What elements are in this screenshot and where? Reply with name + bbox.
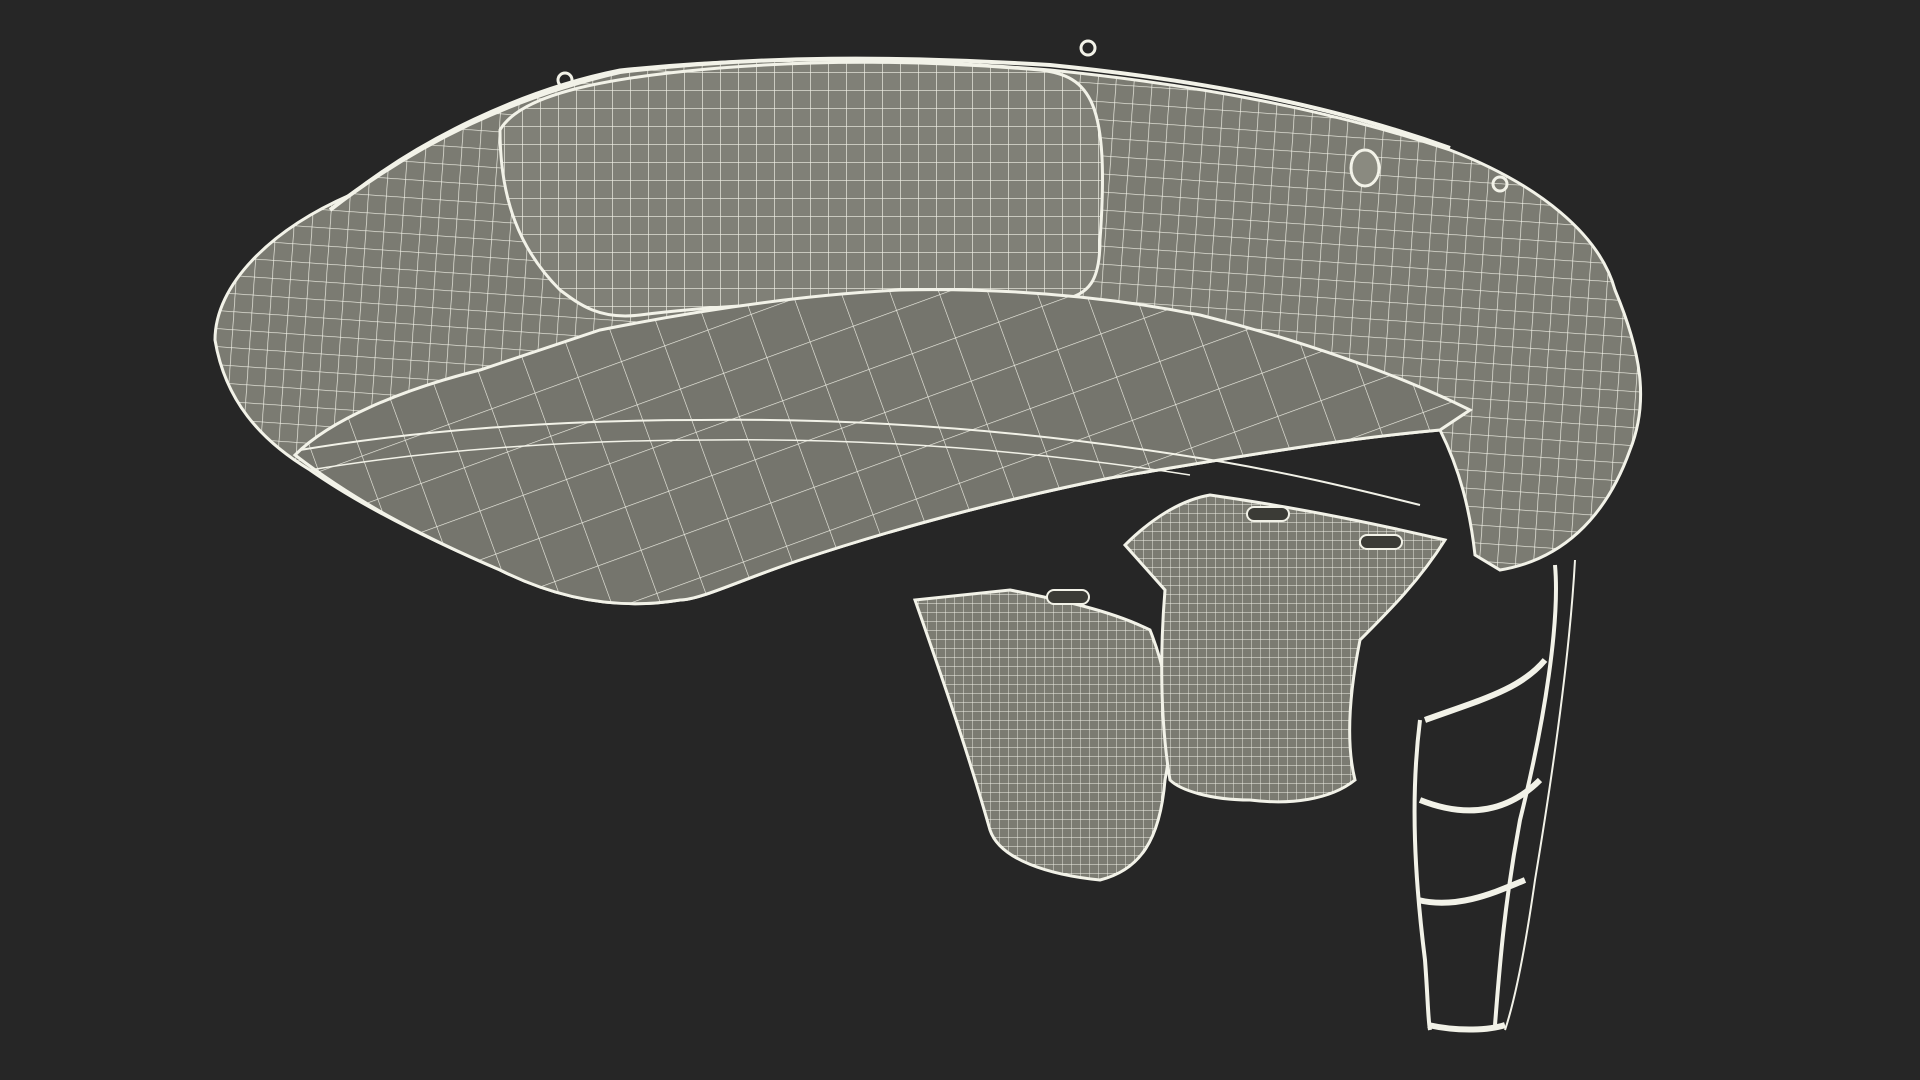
- 3d-viewport: [0, 0, 1920, 1080]
- wireframe-raft-render: [213, 39, 1643, 1033]
- pocket-slot-icon: [1046, 589, 1090, 605]
- valve-icon: [1349, 148, 1381, 188]
- ladder-rung: [1427, 1022, 1506, 1033]
- ballast-pocket: [912, 588, 1172, 882]
- raft-cushion: [498, 60, 1104, 318]
- boarding-ladder: [1412, 559, 1576, 1033]
- pocket-slot-icon: [1359, 534, 1403, 550]
- grab-handle-icon: [1079, 39, 1097, 57]
- pocket-slot-icon: [1246, 506, 1290, 522]
- ladder-rung: [1423, 658, 1548, 723]
